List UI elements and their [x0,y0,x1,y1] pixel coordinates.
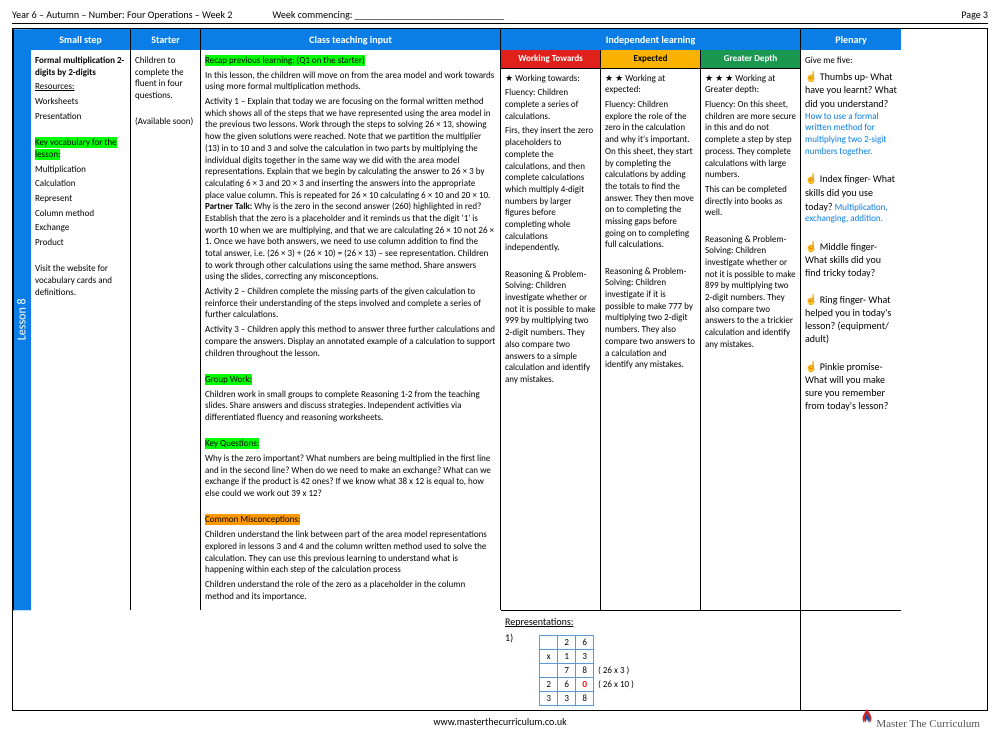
gd-star-label: ★ ★ ★ Working at Greater depth: [705,73,796,96]
gd-reasoning: Reasoning & Problem-Solving: Children in… [705,234,796,351]
col-starter: Starter [131,29,201,50]
wt-header: Working Towards [501,50,600,69]
middle-item: ☝ Middle finger- What skills did you fin… [805,240,897,279]
page-footer: www.masterthecurriculum.co.uk Master The… [12,715,988,728]
vocab-item: Multiplication [35,164,126,176]
vocab-item: Column method [35,208,126,220]
column-multiplication-table: 26 x13 78( 26 x 3 ) 260( 26 x 10 ) 338 [539,635,635,706]
starter-text: Children to complete the fluent in four … [135,55,196,102]
gd-fluency-note: This can be completed directly into book… [705,184,796,219]
activity-3: Activity 3 – Children apply this method … [205,324,496,359]
activity-2: Activity 2 – Children complete the missi… [205,286,496,321]
vocab-item: Represent [35,193,126,205]
group-work-heading: Group Work: [205,374,252,385]
wt-fluency: Fluency: Children complete a series of c… [505,87,596,122]
col-independent: Independent learning [501,29,801,50]
starter-cell: Children to complete the fluent in four … [131,50,201,610]
wt-fluency-detail: Firs, they insert the zero placeholders … [505,125,596,254]
wt-reasoning: Reasoning & Problem-Solving: Children in… [505,269,596,386]
footer-url: www.masterthecurriculum.co.uk [433,715,566,728]
activity-1: Activity 1 – Explain that today we are f… [205,96,496,283]
misconceptions-heading: Common Misconceptions: [205,514,300,525]
representations-cell: Representations: 1) 26 x13 78( 26 x 3 ) … [501,610,801,710]
key-questions-body: Why is the zero important? What numbers … [205,453,496,500]
vocab-item: Product [35,237,126,249]
page-header: Year 6 – Autumn – Number: Four Operation… [12,8,988,24]
vocab-heading: Key vocabulary for the lesson: [35,137,117,160]
pinkie-item: ☝ Pinkie promise- What will you make sur… [805,360,897,412]
week-commencing: Week commencing: _______________________… [272,8,504,21]
smallstep-cell: Formal multiplication 2-digits by 2-digi… [31,50,131,610]
starter-availability: (Available soon) [135,116,196,128]
vocab-website-note: Visit the website for vocabulary cards a… [35,263,126,298]
resource-item: Presentation [35,111,126,123]
representations-heading: Representations: [505,615,573,628]
exp-star-label: ★ ★ Working at expected: [605,73,696,96]
exp-reasoning: Reasoning & Problem-Solving: Children in… [605,266,696,371]
exp-fluency: Fluency: Children explore the role of th… [605,99,696,251]
flame-icon [860,709,874,727]
plenary-filler [801,610,901,710]
col-smallstep: Small step [31,29,131,50]
step-title: Formal multiplication 2-digits by 2-digi… [35,55,124,78]
misconception-1: Children understand the link between par… [205,529,496,576]
vocab-item: Exchange [35,222,126,234]
recap-heading: Recap previous learning: (Q1 on the star… [205,55,365,66]
lesson-plan-page: Year 6 – Autumn – Number: Four Operation… [0,0,1000,736]
ring-item: ☝ Ring finger- What helped you in today'… [805,293,897,345]
gd-fluency: Fluency: On this sheet, children are mor… [705,99,796,181]
wt-star-label: ★ Working towards: [505,73,596,85]
recap-body: In this lesson, the children will move o… [205,70,496,93]
teaching-cell: Recap previous learning: (Q1 on the star… [201,50,501,610]
rep-number: 1) [505,631,513,644]
greater-depth-cell: Greater Depth ★ ★ ★ Working at Greater d… [701,50,801,610]
plenary-cell: Give me five: ☝ Thumbs up- What have you… [801,50,901,610]
page-number: Page 3 [961,8,988,21]
expected-cell: Expected ★ ★ Working at expected: Fluenc… [601,50,701,610]
col-plenary: Plenary [801,29,901,50]
vocab-item: Calculation [35,178,126,190]
doc-title: Year 6 – Autumn – Number: Four Operation… [12,8,232,21]
gd-header: Greater Depth [701,50,800,69]
brand-logo: Master The Curriculum [860,709,980,730]
resources-heading: Resources: [35,81,74,92]
col-teaching: Class teaching input [201,29,501,50]
group-work-body: Children work in small groups to complet… [205,389,496,424]
working-towards-cell: Working Towards ★ Working towards: Fluen… [501,50,601,610]
expected-header: Expected [601,50,700,69]
plenary-intro: Give me five: [805,55,897,67]
lesson-number-cell: Lesson 8 [13,29,31,610]
plan-grid: Lesson 8 Small step Starter Class teachi… [12,28,988,711]
key-questions-heading: Key Questions: [205,438,259,449]
misconception-2: Children understand the role of the zero… [205,579,496,602]
thumbs-item: ☝ Thumbs up- What have you learnt? What … [805,70,897,110]
thumbs-answer: How to use a formal written method for m… [805,111,886,157]
resource-item: Worksheets [35,96,126,108]
